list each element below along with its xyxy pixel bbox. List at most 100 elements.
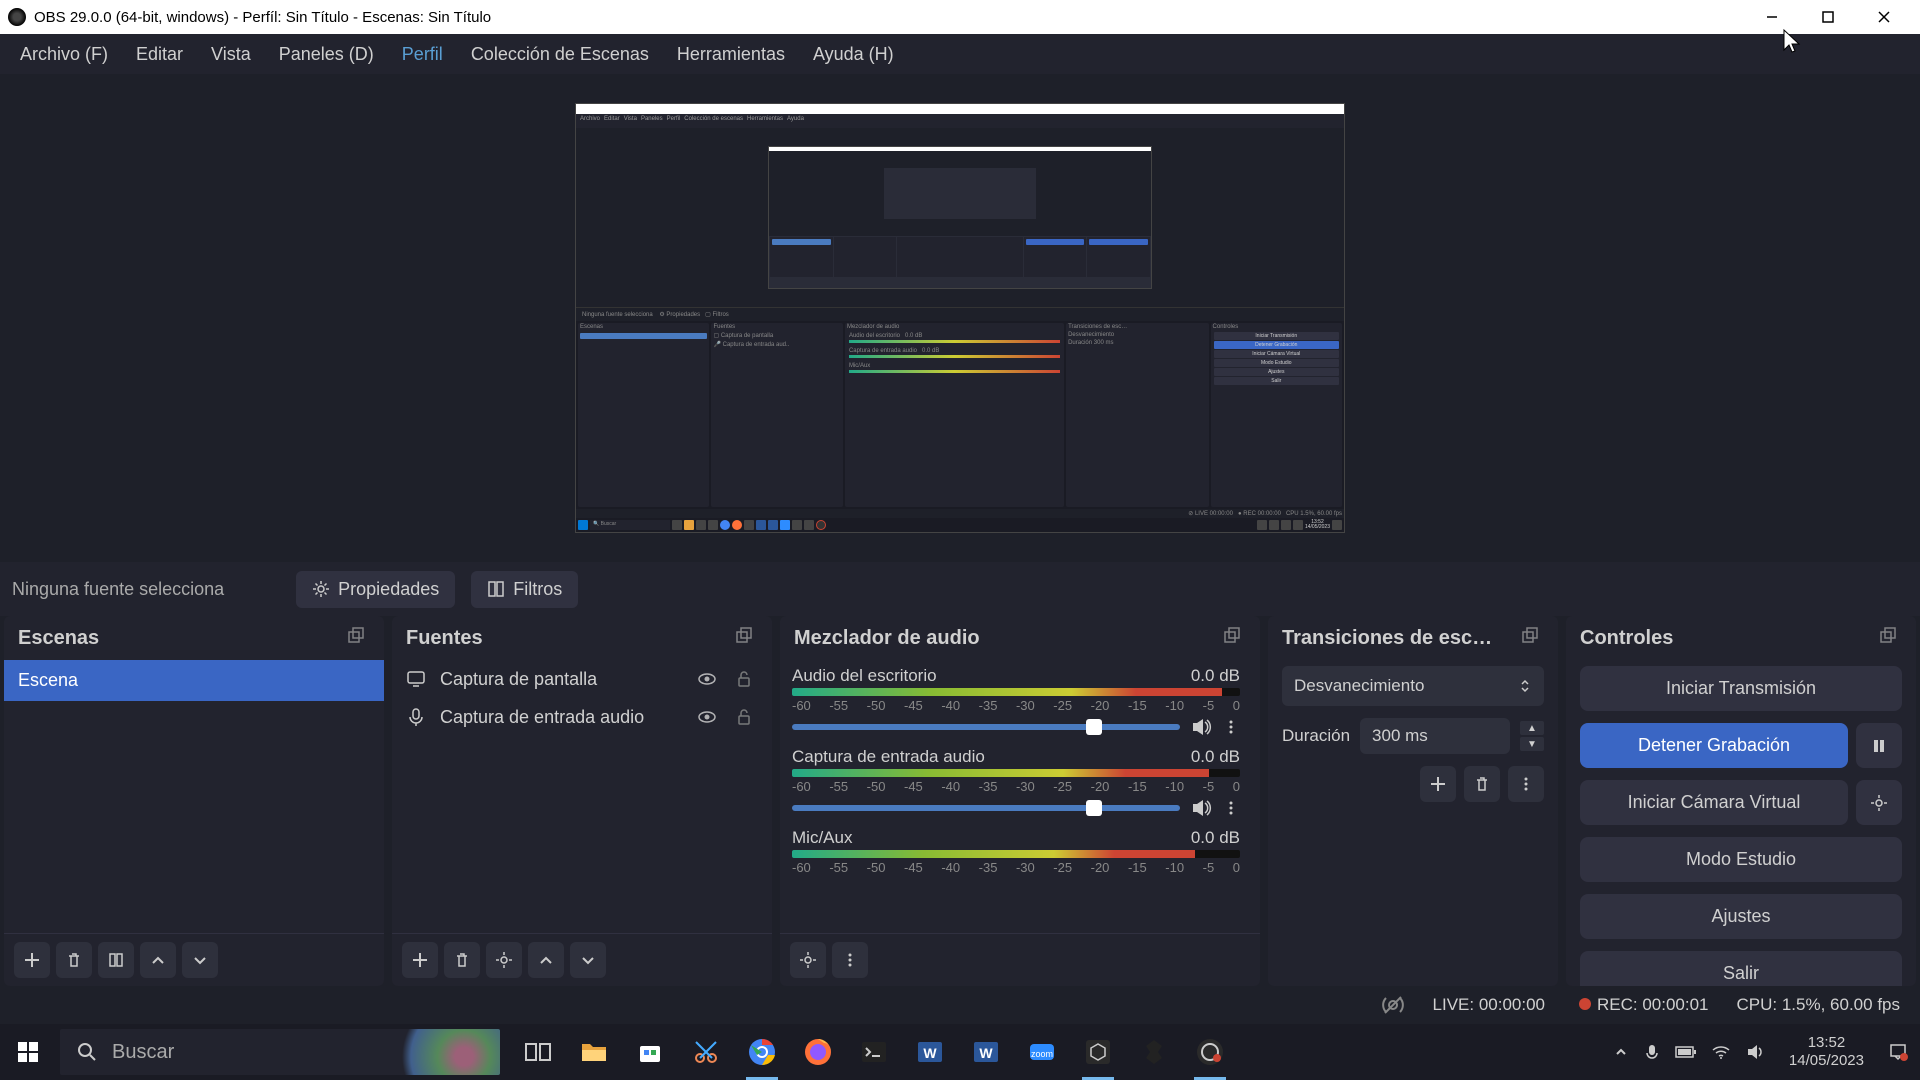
menu-archivo[interactable]: Archivo (F) <box>6 38 122 71</box>
filters-button[interactable]: Filtros <box>471 571 578 608</box>
remove-transition-button[interactable] <box>1464 766 1500 802</box>
menu-perfil[interactable]: Perfil <box>388 38 457 71</box>
maximize-button[interactable] <box>1800 0 1856 34</box>
tray-wifi-icon[interactable] <box>1711 1044 1731 1060</box>
popout-icon[interactable] <box>1878 626 1902 650</box>
track-db: 0.0 dB <box>1191 828 1240 848</box>
mixer-settings-button[interactable] <box>790 942 826 978</box>
transition-select[interactable]: Desvanecimiento <box>1282 666 1544 706</box>
remove-scene-button[interactable] <box>56 942 92 978</box>
notifications-button[interactable] <box>1888 1042 1908 1062</box>
unity-app[interactable] <box>1128 1024 1180 1080</box>
track-name: Audio del escritorio <box>792 666 937 686</box>
search-placeholder: Buscar <box>112 1041 174 1064</box>
mute-button[interactable] <box>1190 798 1212 818</box>
taskbar-search[interactable]: Buscar <box>60 1029 500 1075</box>
sources-title: Fuentes <box>406 627 483 650</box>
audio-meter <box>792 688 1240 696</box>
move-source-up-button[interactable] <box>528 942 564 978</box>
properties-button[interactable]: Propiedades <box>296 571 455 608</box>
mic-icon <box>404 706 428 728</box>
settings-button[interactable]: Ajustes <box>1580 894 1902 939</box>
unity-hub-app[interactable] <box>1072 1024 1124 1080</box>
audio-meter <box>792 769 1240 777</box>
word-app[interactable]: W <box>904 1024 956 1080</box>
snip-app[interactable] <box>680 1024 732 1080</box>
lock-toggle[interactable] <box>734 707 760 727</box>
menu-ayuda[interactable]: Ayuda (H) <box>799 38 908 71</box>
volume-slider[interactable] <box>792 724 1180 730</box>
updown-icon <box>1518 679 1532 693</box>
no-source-label: Ninguna fuente selecciona <box>12 579 224 600</box>
terminal-app[interactable] <box>848 1024 900 1080</box>
pause-recording-button[interactable] <box>1856 723 1902 768</box>
windows-logo-icon <box>16 1040 40 1064</box>
chrome-app[interactable] <box>736 1024 788 1080</box>
source-properties-button[interactable] <box>486 942 522 978</box>
lock-toggle[interactable] <box>734 669 760 689</box>
windows-taskbar: Buscar W W zoom 13:52 14/05/2023 <box>0 1024 1920 1080</box>
tray-battery-icon[interactable] <box>1675 1045 1697 1059</box>
duration-spinner[interactable]: ▲▼ <box>1520 720 1544 752</box>
obs-logo-icon <box>8 8 26 26</box>
visibility-toggle[interactable] <box>696 706 722 728</box>
firefox-app[interactable] <box>792 1024 844 1080</box>
popout-icon[interactable] <box>1520 626 1544 650</box>
mixer-menu-button[interactable] <box>832 942 868 978</box>
stop-recording-button[interactable]: Detener Grabación <box>1580 723 1848 768</box>
scene-filter-button[interactable] <box>98 942 134 978</box>
remove-source-button[interactable] <box>444 942 480 978</box>
word-app-2[interactable]: W <box>960 1024 1012 1080</box>
mute-button[interactable] <box>1190 717 1212 737</box>
track-menu-button[interactable] <box>1222 799 1240 817</box>
system-tray: 13:52 14/05/2023 <box>1601 1034 1920 1070</box>
scene-item[interactable]: Escena <box>4 660 384 701</box>
start-stream-button[interactable]: Iniciar Transmisión <box>1580 666 1902 711</box>
preview-area[interactable]: ArchivoEditarVistaPanelesPerfilColección… <box>0 74 1920 562</box>
popout-icon[interactable] <box>346 626 370 650</box>
task-view-button[interactable] <box>512 1024 564 1080</box>
plus-icon <box>23 951 41 969</box>
duration-label: Duración <box>1282 726 1350 746</box>
controls-panel: Controles Iniciar Transmisión Detener Gr… <box>1566 616 1916 986</box>
source-item[interactable]: Captura de entrada audio <box>392 698 772 736</box>
visibility-toggle[interactable] <box>696 668 722 690</box>
menu-coleccion[interactable]: Colección de Escenas <box>457 38 663 71</box>
track-menu-button[interactable] <box>1222 718 1240 736</box>
add-scene-button[interactable] <box>14 942 50 978</box>
store-app[interactable] <box>624 1024 676 1080</box>
file-explorer-app[interactable] <box>568 1024 620 1080</box>
popout-icon[interactable] <box>734 626 758 650</box>
menu-editar[interactable]: Editar <box>122 38 197 71</box>
exit-button[interactable]: Salir <box>1580 951 1902 986</box>
source-toolbar: Ninguna fuente selecciona Propiedades Fi… <box>0 562 1920 616</box>
add-source-button[interactable] <box>402 942 438 978</box>
move-scene-up-button[interactable] <box>140 942 176 978</box>
virtual-cam-button[interactable]: Iniciar Cámara Virtual <box>1580 780 1848 825</box>
close-button[interactable] <box>1856 0 1912 34</box>
start-button[interactable] <box>0 1024 56 1080</box>
tray-volume-icon[interactable] <box>1745 1043 1765 1061</box>
menu-paneles[interactable]: Paneles (D) <box>265 38 388 71</box>
move-source-down-button[interactable] <box>570 942 606 978</box>
obs-app[interactable] <box>1184 1024 1236 1080</box>
menu-herramientas[interactable]: Herramientas <box>663 38 799 71</box>
tray-overflow-button[interactable] <box>1613 1044 1629 1060</box>
studio-mode-button[interactable]: Modo Estudio <box>1580 837 1902 882</box>
virtual-cam-settings-button[interactable] <box>1856 780 1902 825</box>
mixer-track: Audio del escritorio0.0 dB -60-55-50-45-… <box>780 660 1260 741</box>
filters-icon <box>487 580 505 598</box>
volume-slider[interactable] <box>792 805 1180 811</box>
minimize-button[interactable] <box>1744 0 1800 34</box>
taskbar-clock[interactable]: 13:52 14/05/2023 <box>1779 1034 1874 1070</box>
transition-menu-button[interactable] <box>1508 766 1544 802</box>
popout-icon[interactable] <box>1222 626 1246 650</box>
add-transition-button[interactable] <box>1420 766 1456 802</box>
zoom-app[interactable]: zoom <box>1016 1024 1068 1080</box>
track-name: Mic/Aux <box>792 828 852 848</box>
duration-input[interactable]: 300 ms <box>1360 718 1510 754</box>
source-item[interactable]: Captura de pantalla <box>392 660 772 698</box>
tray-mic-icon[interactable] <box>1643 1043 1661 1061</box>
move-scene-down-button[interactable] <box>182 942 218 978</box>
menu-vista[interactable]: Vista <box>197 38 265 71</box>
